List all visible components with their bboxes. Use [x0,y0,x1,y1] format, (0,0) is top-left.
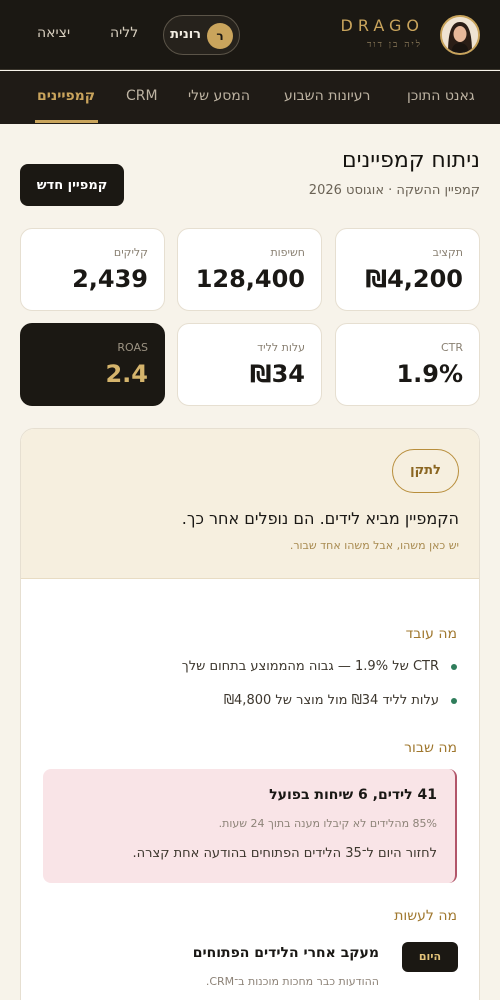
user-menu-button[interactable]: ר רונית [163,15,240,55]
page-title: ניתוח קמפיינים [341,148,480,173]
broken-section-title: מה שבור [404,740,457,756]
stat-label: עלות לליד [257,341,305,354]
todo-section-title: מה לעשות [394,908,457,924]
tab-my-journey[interactable]: המסע שלי [188,88,250,104]
tab-content-gantt[interactable]: גאנט התוכן [407,88,475,104]
tab-crm[interactable]: CRM [126,88,158,104]
broken-action: לחזור היום ל־35 הלידים הפתוחים בהודעה אח… [132,846,437,861]
diagnosis-header: לתקן הקמפיין מביא לידים. הם נופלים אחר כ… [21,429,479,579]
today-chip: היום [402,942,458,972]
brand-name: DRAGO [340,16,424,35]
diagnosis-card: לתקן הקמפיין מביא לידים. הם נופלים אחר כ… [20,428,480,1000]
working-item-text: עלות לליד ₪34 מול מוצר של ₪4,800 [223,693,439,708]
list-item: CTR של 1.9% — גבוה מהממוצע בתחום שלך [182,659,457,674]
night-mode-link[interactable]: לליה [110,25,138,41]
diagnosis-subline: יש כאן משהו, אבל משהו אחד שבור. [289,539,459,552]
brand-subtitle: ליה בן דוד [366,40,422,50]
bullet-dot-icon [451,697,457,704]
user-name: רונית [170,27,201,42]
working-item-text: CTR של 1.9% — גבוה מהממוצע בתחום שלך [181,659,439,674]
logout-link[interactable]: יציאה [37,25,70,41]
working-section-title: מה עובד [405,626,457,642]
fix-badge[interactable]: לתקן [392,449,459,493]
stat-label: חשיפות [270,246,305,259]
stat-card-ctr: CTR 1.9% [335,323,480,406]
broken-callout: 41 לידים, 6 שיחות בפועל 85% מהלידים לא ק… [43,769,457,883]
stat-value: 2,439 [72,265,148,293]
stat-label: תקציב [432,246,463,259]
stat-card-budget: תקציב ₪4,200 [335,228,480,311]
stat-value: 1.9% [396,360,463,388]
stat-card-roas: ROAS 2.4 [20,323,165,406]
main-nav: גאנט התוכן רעיונות השבוע המסע שלי CRM קמ… [0,71,500,124]
stat-label: קליקים [113,246,148,259]
stat-value: ₪4,200 [365,265,463,293]
stat-value: ₪34 [249,360,305,388]
active-tab-indicator [35,120,98,123]
stat-card-clicks: קליקים 2,439 [20,228,165,311]
stat-card-cost-per-lead: עלות לליד ₪34 [177,323,322,406]
profile-photo-icon [442,17,478,53]
broken-detail: 85% מהלידים לא קיבלו מענה בתוך 24 שעות. [218,817,437,830]
avatar[interactable] [440,15,480,55]
todo-item-title[interactable]: מעקב אחרי הלידים הפתוחים [193,945,379,961]
tab-campaigns[interactable]: קמפיינים [37,88,95,104]
broken-headline: 41 לידים, 6 שיחות בפועל [269,787,437,803]
top-bar: DRAGO ליה בן דוד ר רונית לליה יציאה [0,0,500,70]
stat-value: 2.4 [105,360,148,388]
stat-value: 128,400 [195,265,305,293]
page-subtitle: קמפיין ההשקה · אוגוסט 2026 [308,183,480,198]
stat-label: CTR [440,341,463,354]
diagnosis-headline: הקמפיין מביא לידים. הם נופלים אחר כך. [181,509,459,528]
new-campaign-button[interactable]: קמפיין חדש [20,164,124,206]
list-item: עלות לליד ₪34 מול מוצר של ₪4,800 [224,693,457,708]
tab-weekly-ideas[interactable]: רעיונות השבוע [284,88,370,104]
todo-item-subtitle: ההודעות כבר מחכות מוכנות ב־CRM. [205,975,379,988]
bullet-dot-icon [451,663,457,670]
stat-card-impressions: חשיפות 128,400 [177,228,322,311]
user-initial: ר [207,23,233,49]
stat-label: ROAS [117,341,148,354]
